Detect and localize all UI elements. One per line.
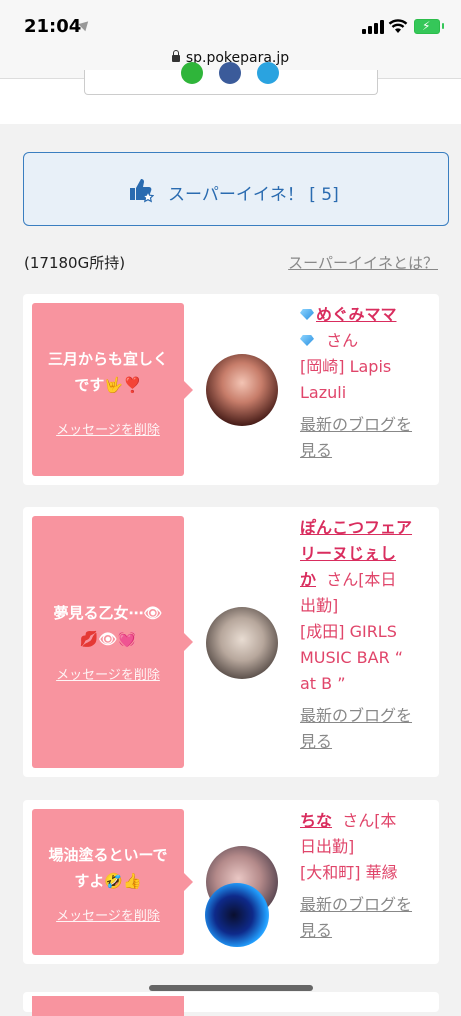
- message-text: 💋👁💓: [79, 630, 137, 648]
- points-balance: (17180G所持): [24, 254, 126, 272]
- status-time: 21:04: [24, 16, 82, 37]
- delete-message-link[interactable]: メッセージを削除: [32, 664, 184, 683]
- battery-charging-icon: ⚡: [414, 19, 444, 34]
- latest-blog-link[interactable]: 最新のブログを: [300, 412, 435, 438]
- like-card: [23, 992, 439, 1016]
- lock-icon: [171, 50, 180, 62]
- shop-name: at B ”: [300, 674, 346, 693]
- cast-name-link[interactable]: か: [300, 570, 316, 589]
- like-card: 夢見る乙女⋯👁 💋👁💓 メッセージを削除 ぽんこつフェア リーヌじぇし か さん…: [23, 507, 439, 777]
- latest-blog-link[interactable]: 最新のブログを: [300, 892, 435, 918]
- shop-name: [岡崎] Lapis: [300, 357, 392, 376]
- home-indicator[interactable]: [149, 985, 313, 991]
- avatar[interactable]: [206, 607, 278, 679]
- shop-name: [成田] GIRLS: [300, 622, 397, 641]
- message-bubble: 三月からも宜しく です🤟❣️ メッセージを削除: [32, 303, 193, 476]
- shop-name: Lazuli: [300, 383, 347, 402]
- cast-name-link[interactable]: リーヌじぇし: [300, 541, 435, 567]
- line-share-icon[interactable]: [181, 62, 203, 84]
- diamond-icon: [300, 335, 314, 346]
- message-bubble: 場油塗るといーで すよ🤣👍 メッセージを削除: [32, 809, 193, 955]
- cellular-signal-icon: [362, 20, 384, 34]
- shop-name: [大和町] 華縁: [300, 863, 398, 882]
- latest-blog-link[interactable]: 見る: [300, 438, 435, 464]
- honorific: さん: [326, 331, 359, 350]
- message-text: です🤟❣️: [74, 376, 142, 394]
- twitter-share-icon[interactable]: [257, 62, 279, 84]
- message-text: 三月からも宜しく: [47, 350, 168, 368]
- shop-name: MUSIC BAR “: [300, 648, 404, 667]
- cast-name-link[interactable]: めぐみママ: [316, 305, 396, 324]
- wifi-icon: [388, 19, 408, 33]
- super-like-button[interactable]: スーパーイイネ！ [ 5]: [23, 152, 449, 226]
- cast-name-link[interactable]: ぽんこつフェア: [300, 515, 435, 541]
- delete-message-link[interactable]: メッセージを削除: [32, 905, 184, 924]
- siri-orb-icon[interactable]: [205, 883, 269, 947]
- message-bubble: [32, 996, 184, 1016]
- latest-blog-link[interactable]: 見る: [300, 918, 435, 944]
- message-text: 夢見る乙女⋯👁: [53, 604, 163, 622]
- honorific: さん[本日: [326, 570, 397, 589]
- delete-message-link[interactable]: メッセージを削除: [32, 419, 184, 438]
- work-status: 日出勤]: [300, 837, 355, 856]
- honorific: さん[本: [342, 811, 397, 830]
- what-is-super-like-link[interactable]: スーパーイイネとは？: [288, 252, 438, 273]
- diamond-icon: [300, 309, 314, 320]
- message-bubble: 夢見る乙女⋯👁 💋👁💓 メッセージを削除: [32, 516, 193, 768]
- like-card: 三月からも宜しく です🤟❣️ メッセージを削除 めぐみママ さん [岡崎] La…: [23, 294, 439, 485]
- share-box: [84, 62, 378, 95]
- thumbs-up-star-icon: [130, 179, 154, 203]
- latest-blog-link[interactable]: 見る: [300, 729, 435, 755]
- latest-blog-link[interactable]: 最新のブログを: [300, 703, 435, 729]
- message-text: 場油塗るといーで: [48, 846, 168, 864]
- super-like-label: スーパーイイネ！ [ 5]: [168, 185, 339, 205]
- work-status: 出勤]: [300, 596, 339, 615]
- facebook-share-icon[interactable]: [219, 62, 241, 84]
- message-text: すよ🤣👍: [74, 872, 142, 890]
- status-bar: 21:04 ⚡: [0, 0, 461, 44]
- avatar[interactable]: [206, 354, 278, 426]
- cast-name-link[interactable]: ちな: [300, 811, 332, 830]
